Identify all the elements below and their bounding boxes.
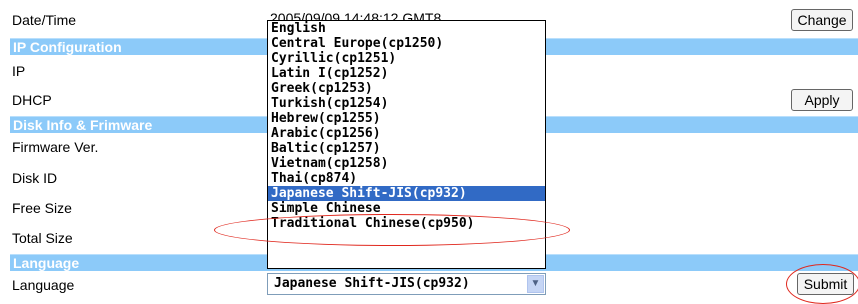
- dropdown-option[interactable]: English: [268, 21, 545, 36]
- datetime-value: 2005/09/09 14:48:12 GMT8: [270, 11, 442, 20]
- language-select-value: Japanese Shift-JIS(cp932): [274, 276, 470, 291]
- dropdown-option[interactable]: Arabic(cp1256): [268, 126, 545, 141]
- section-title: IP Configuration: [13, 39, 122, 55]
- chevron-down-icon[interactable]: ▼: [527, 275, 544, 293]
- section-title: Language: [13, 255, 80, 271]
- dhcp-label: DHCP: [12, 92, 52, 108]
- dropdown-option[interactable]: Baltic(cp1257): [268, 141, 545, 156]
- ip-label: IP: [12, 63, 26, 79]
- change-button[interactable]: Change: [791, 9, 853, 31]
- dropdown-option[interactable]: Greek(cp1253): [268, 81, 545, 96]
- free-size-label: Free Size: [12, 200, 72, 216]
- dropdown-option[interactable]: Vietnam(cp1258): [268, 156, 545, 171]
- datetime-label: Date/Time: [12, 12, 77, 28]
- dropdown-option[interactable]: Cyrillic(cp1251): [268, 51, 545, 66]
- language-label: Language: [12, 277, 75, 293]
- dropdown-option[interactable]: Turkish(cp1254): [268, 96, 545, 111]
- disk-id-label: Disk ID: [12, 170, 58, 186]
- section-title: Disk Info & Frimware: [13, 117, 153, 133]
- dropdown-option[interactable]: Traditional Chinese(cp950): [268, 216, 545, 231]
- dropdown-option[interactable]: Thai(cp874): [268, 171, 545, 186]
- dropdown-option[interactable]: Latin I(cp1252): [268, 66, 545, 81]
- apply-button[interactable]: Apply: [791, 89, 853, 111]
- dropdown-option[interactable]: Hebrew(cp1255): [268, 111, 545, 126]
- submit-button[interactable]: Submit: [797, 273, 854, 295]
- total-size-label: Total Size: [12, 230, 73, 246]
- language-dropdown-list[interactable]: English Central Europe(cp1250) Cyrillic(cp…: [267, 20, 546, 269]
- language-select[interactable]: Japanese Shift-JIS(cp932) ▼: [267, 273, 546, 295]
- dropdown-option[interactable]: Japanese Shift-JIS(cp932): [268, 186, 545, 201]
- dropdown-option[interactable]: Central Europe(cp1250): [268, 36, 545, 51]
- firmware-label: Firmware Ver.: [12, 139, 99, 155]
- dropdown-option[interactable]: Simple Chinese: [268, 201, 545, 216]
